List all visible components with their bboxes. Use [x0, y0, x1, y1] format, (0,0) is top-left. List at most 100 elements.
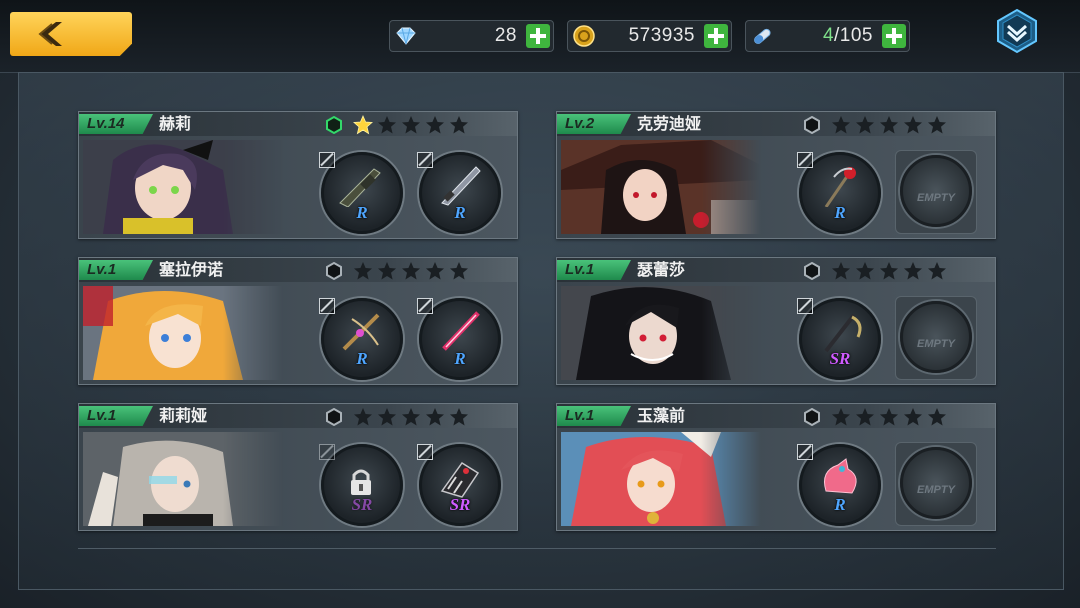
add-gems-button[interactable] [526, 24, 550, 48]
add-stamina-button[interactable] [882, 24, 906, 48]
star-empty-icon [354, 408, 372, 426]
star-empty-icon [856, 408, 874, 426]
character-card[interactable]: Lv.1 瑟蕾莎 SR EMPTY [556, 257, 996, 385]
star-rating [353, 261, 473, 281]
rarity-label: R [834, 203, 846, 222]
edit-icon[interactable] [797, 152, 813, 168]
back-button[interactable] [10, 12, 132, 56]
star-empty-icon [378, 116, 396, 134]
diamond-icon [396, 27, 416, 45]
character-portrait [561, 432, 761, 526]
grade-hexagon-icon [804, 408, 820, 426]
star-empty-icon [880, 408, 898, 426]
edit-icon[interactable] [417, 444, 433, 460]
character-portrait [83, 432, 283, 526]
star-empty-icon [856, 262, 874, 280]
empty-weapon-slot[interactable]: EMPTY [895, 296, 977, 380]
level-badge: Lv.1 [557, 406, 631, 426]
grade-hexagon-icon [804, 262, 820, 280]
scythe-icon [824, 313, 862, 353]
star-empty-icon [402, 262, 420, 280]
empty-label: EMPTY [917, 338, 955, 350]
star-rating [353, 407, 473, 427]
star-empty-icon [928, 262, 946, 280]
stamina-count: 4/105 [822, 25, 873, 46]
rifle-icon [339, 168, 381, 207]
rarity-label: SR [829, 349, 851, 368]
star-empty-icon [856, 116, 874, 134]
star-empty-icon [880, 116, 898, 134]
character-portrait [83, 140, 283, 234]
divider [78, 548, 996, 549]
edit-icon[interactable] [319, 152, 335, 168]
character-name: 瑟蕾莎 [637, 260, 686, 279]
edit-icon[interactable] [417, 152, 433, 168]
edit-icon [319, 444, 335, 460]
grade-hexagon-icon [804, 116, 820, 134]
edit-icon[interactable] [797, 298, 813, 314]
edit-icon[interactable] [319, 298, 335, 314]
rarity-label: R [356, 349, 368, 368]
star-empty-icon [402, 408, 420, 426]
star-rating [831, 115, 951, 135]
character-card[interactable]: Lv.14 赫莉 R R [78, 111, 518, 239]
character-name: 莉莉娅 [159, 406, 208, 425]
star-empty-icon [426, 262, 444, 280]
add-gold-button[interactable] [704, 24, 728, 48]
star-rating [831, 261, 951, 281]
star-empty-icon [450, 116, 468, 134]
gem-count: 28 [494, 25, 517, 46]
star-empty-icon [426, 408, 444, 426]
star-empty-icon [928, 408, 946, 426]
star-empty-icon [402, 116, 420, 134]
edit-icon[interactable] [797, 444, 813, 460]
character-name: 玉藻前 [637, 406, 686, 425]
star-empty-icon [904, 408, 922, 426]
star-empty-icon [880, 262, 898, 280]
star-rating [353, 115, 473, 135]
top-bar: 28 573935 4/105 [0, 0, 1080, 73]
gold-coin-icon [573, 25, 595, 47]
level-badge: Lv.1 [79, 406, 153, 426]
empty-weapon-slot[interactable]: EMPTY [895, 150, 977, 234]
lock-icon [351, 469, 371, 495]
menu-expand-button[interactable] [994, 8, 1040, 54]
gauntlet-icon [440, 461, 480, 498]
empty-label: EMPTY [917, 484, 955, 496]
rarity-label: SR [351, 495, 373, 514]
level-badge: Lv.2 [557, 114, 631, 134]
level-badge: Lv.1 [557, 260, 631, 280]
chevron-left-icon [38, 22, 62, 46]
empty-weapon-slot[interactable]: EMPTY [895, 442, 977, 526]
rarity-label: R [834, 495, 846, 514]
character-name: 赫莉 [159, 114, 192, 133]
level-badge: Lv.14 [79, 114, 153, 134]
grade-hexagon-icon [326, 116, 342, 134]
empty-label: EMPTY [917, 192, 955, 204]
grade-hexagon-icon [326, 408, 342, 426]
star-empty-icon [904, 116, 922, 134]
character-card[interactable]: Lv.1 玉藻前 R EMPTY [556, 403, 996, 531]
star-filled-icon [353, 115, 373, 135]
character-portrait [561, 286, 761, 380]
edit-icon[interactable] [417, 298, 433, 314]
character-card[interactable]: Lv.2 克劳迪娅 R EMPTY [556, 111, 996, 239]
character-name: 塞拉伊诺 [159, 260, 224, 279]
rose-staff-icon [824, 167, 856, 207]
rarity-label: SR [449, 495, 471, 514]
character-portrait [83, 286, 283, 380]
star-empty-icon [928, 116, 946, 134]
rarity-label: R [454, 203, 466, 222]
star-empty-icon [832, 116, 850, 134]
star-empty-icon [378, 408, 396, 426]
character-portrait [561, 140, 761, 234]
crossbow-icon [342, 313, 380, 351]
character-card[interactable]: Lv.1 塞拉伊诺 R R [78, 257, 518, 385]
fox-orb-icon [824, 458, 857, 494]
stamina-counter: 4/105 [745, 20, 910, 52]
level-badge: Lv.1 [79, 260, 153, 280]
character-card[interactable]: Lv.1 莉莉娅 SR SR [78, 403, 518, 531]
star-empty-icon [832, 408, 850, 426]
gold-count: 573935 [628, 25, 695, 46]
blade-icon [441, 166, 481, 206]
